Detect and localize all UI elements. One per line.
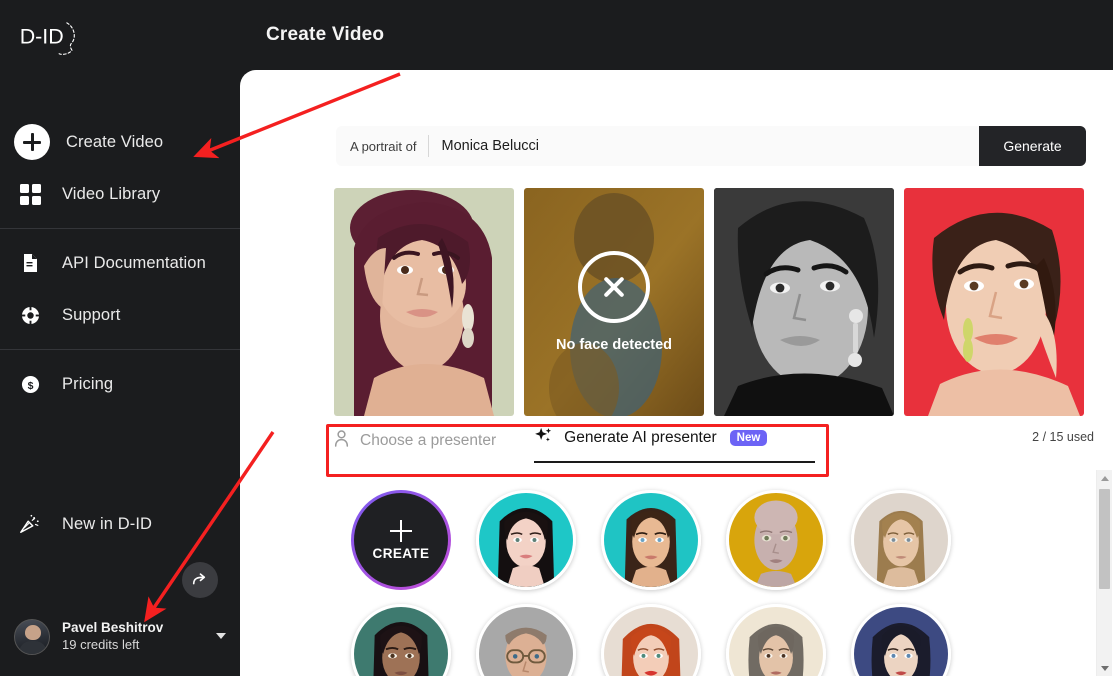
prompt-prefix-label: A portrait of bbox=[350, 138, 417, 154]
portrait-image-4 bbox=[904, 188, 1084, 416]
sidebar-item-label: Create Video bbox=[66, 132, 164, 151]
close-icon bbox=[578, 251, 650, 323]
sparkle-icon bbox=[534, 426, 553, 450]
grid-icon bbox=[14, 178, 46, 210]
sidebar-item-label: Video Library bbox=[62, 184, 161, 203]
user-name: Pavel Beshitrov bbox=[62, 620, 164, 636]
user-profile-row[interactable]: Pavel Beshitrov 19 credits left bbox=[0, 614, 240, 676]
results-grid: No face detected bbox=[334, 188, 1084, 416]
no-face-overlay: No face detected bbox=[524, 188, 704, 416]
plus-icon bbox=[390, 519, 412, 542]
sidebar-item-api-documentation[interactable]: API Documentation bbox=[0, 237, 240, 289]
sidebar: D-ID Create Video Video Library API Docu… bbox=[0, 0, 240, 676]
portrait-image-1 bbox=[334, 188, 514, 416]
no-face-text: No face detected bbox=[555, 337, 673, 353]
sidebar-secondary-group: API Documentation Support bbox=[0, 237, 240, 341]
tab-label: Choose a presenter bbox=[360, 432, 497, 449]
portrait-image-3 bbox=[714, 188, 894, 416]
status-badge: New bbox=[729, 430, 768, 446]
result-thumbnail-1[interactable] bbox=[334, 188, 514, 416]
presenter-avatar-5[interactable] bbox=[351, 604, 451, 676]
create-presenter-button[interactable]: CREATE bbox=[351, 490, 451, 590]
user-credits: 19 credits left bbox=[62, 637, 140, 653]
presenter-avatar-2[interactable] bbox=[601, 490, 701, 590]
sidebar-tertiary-group: $ Pricing bbox=[0, 358, 240, 410]
presenter-avatar-9[interactable] bbox=[851, 604, 951, 676]
presenter-avatar-8[interactable] bbox=[726, 604, 826, 676]
generate-button[interactable]: Generate bbox=[979, 126, 1086, 166]
credits-used-label: 2 / 15 used bbox=[1032, 430, 1094, 444]
presenter-list: CREATE bbox=[240, 480, 1113, 676]
tab-generate-ai-presenter[interactable]: Generate AI presenter New bbox=[534, 426, 816, 463]
person-icon bbox=[334, 430, 349, 452]
presenter-avatar-4[interactable] bbox=[851, 490, 951, 590]
presenter-avatar-6[interactable] bbox=[476, 604, 576, 676]
result-thumbnail-4[interactable] bbox=[904, 188, 1084, 416]
prompt-bar: A portrait of Generate bbox=[336, 126, 1086, 166]
sidebar-item-label: API Documentation bbox=[62, 253, 206, 272]
sidebar-quaternary-group: New in D-ID bbox=[0, 498, 240, 550]
app-root: D-ID Create Video Video Library API Docu… bbox=[0, 0, 1113, 676]
sidebar-item-create-video[interactable]: Create Video bbox=[0, 116, 240, 168]
vertical-scrollbar[interactable] bbox=[1096, 470, 1112, 676]
prompt-field[interactable]: A portrait of bbox=[336, 126, 979, 166]
sidebar-item-support[interactable]: Support bbox=[0, 289, 240, 341]
scroll-up-arrow-icon[interactable] bbox=[1097, 470, 1112, 486]
scroll-down-arrow-icon[interactable] bbox=[1097, 660, 1112, 676]
sidebar-footer: Pavel Beshitrov 19 credits left bbox=[0, 562, 240, 676]
prompt-input[interactable] bbox=[429, 138, 979, 154]
d-id-logo-icon: D-ID bbox=[20, 22, 75, 55]
presenter-avatar-7[interactable] bbox=[601, 604, 701, 676]
sidebar-divider bbox=[0, 228, 240, 229]
party-popper-icon bbox=[14, 508, 46, 540]
svg-text:$: $ bbox=[27, 380, 33, 391]
lifebuoy-icon bbox=[14, 299, 46, 331]
caret-down-icon[interactable] bbox=[216, 633, 226, 639]
main-area: Create Video A portrait of Generate bbox=[240, 0, 1113, 676]
sidebar-item-pricing[interactable]: $ Pricing bbox=[0, 358, 240, 410]
scrollbar-thumb[interactable] bbox=[1099, 489, 1110, 589]
tab-choose-a-presenter[interactable]: Choose a presenter bbox=[334, 430, 496, 463]
sidebar-divider-2 bbox=[0, 349, 240, 350]
result-thumbnail-2[interactable]: No face detected bbox=[524, 188, 704, 416]
svg-text:D-ID: D-ID bbox=[20, 24, 64, 48]
sidebar-item-new-in-d-id[interactable]: New in D-ID bbox=[0, 498, 240, 550]
top-bar: Create Video bbox=[240, 0, 1113, 70]
result-thumbnail-3[interactable] bbox=[714, 188, 894, 416]
tab-label: Generate AI presenter bbox=[564, 429, 717, 446]
document-icon bbox=[14, 247, 46, 279]
create-label: CREATE bbox=[372, 545, 430, 561]
sidebar-item-label: Support bbox=[62, 305, 121, 324]
presenter-tabs: Choose a presenter Generate AI presenter… bbox=[334, 426, 816, 463]
sidebar-item-video-library[interactable]: Video Library bbox=[0, 168, 240, 220]
sidebar-item-label: New in D-ID bbox=[62, 514, 153, 533]
share-arrow-icon[interactable] bbox=[182, 562, 218, 598]
presenter-avatar-1[interactable] bbox=[476, 490, 576, 590]
dollar-circle-icon: $ bbox=[14, 368, 46, 400]
sidebar-item-label: Pricing bbox=[62, 374, 114, 393]
sidebar-primary-group: Create Video Video Library bbox=[0, 116, 240, 220]
avatar bbox=[14, 619, 50, 655]
page-title: Create Video bbox=[266, 24, 385, 45]
presenter-avatar-3[interactable] bbox=[726, 490, 826, 590]
plus-circle-icon bbox=[14, 124, 50, 160]
content-card: A portrait of Generate bbox=[240, 70, 1113, 676]
brand-logo[interactable]: D-ID bbox=[0, 0, 240, 70]
